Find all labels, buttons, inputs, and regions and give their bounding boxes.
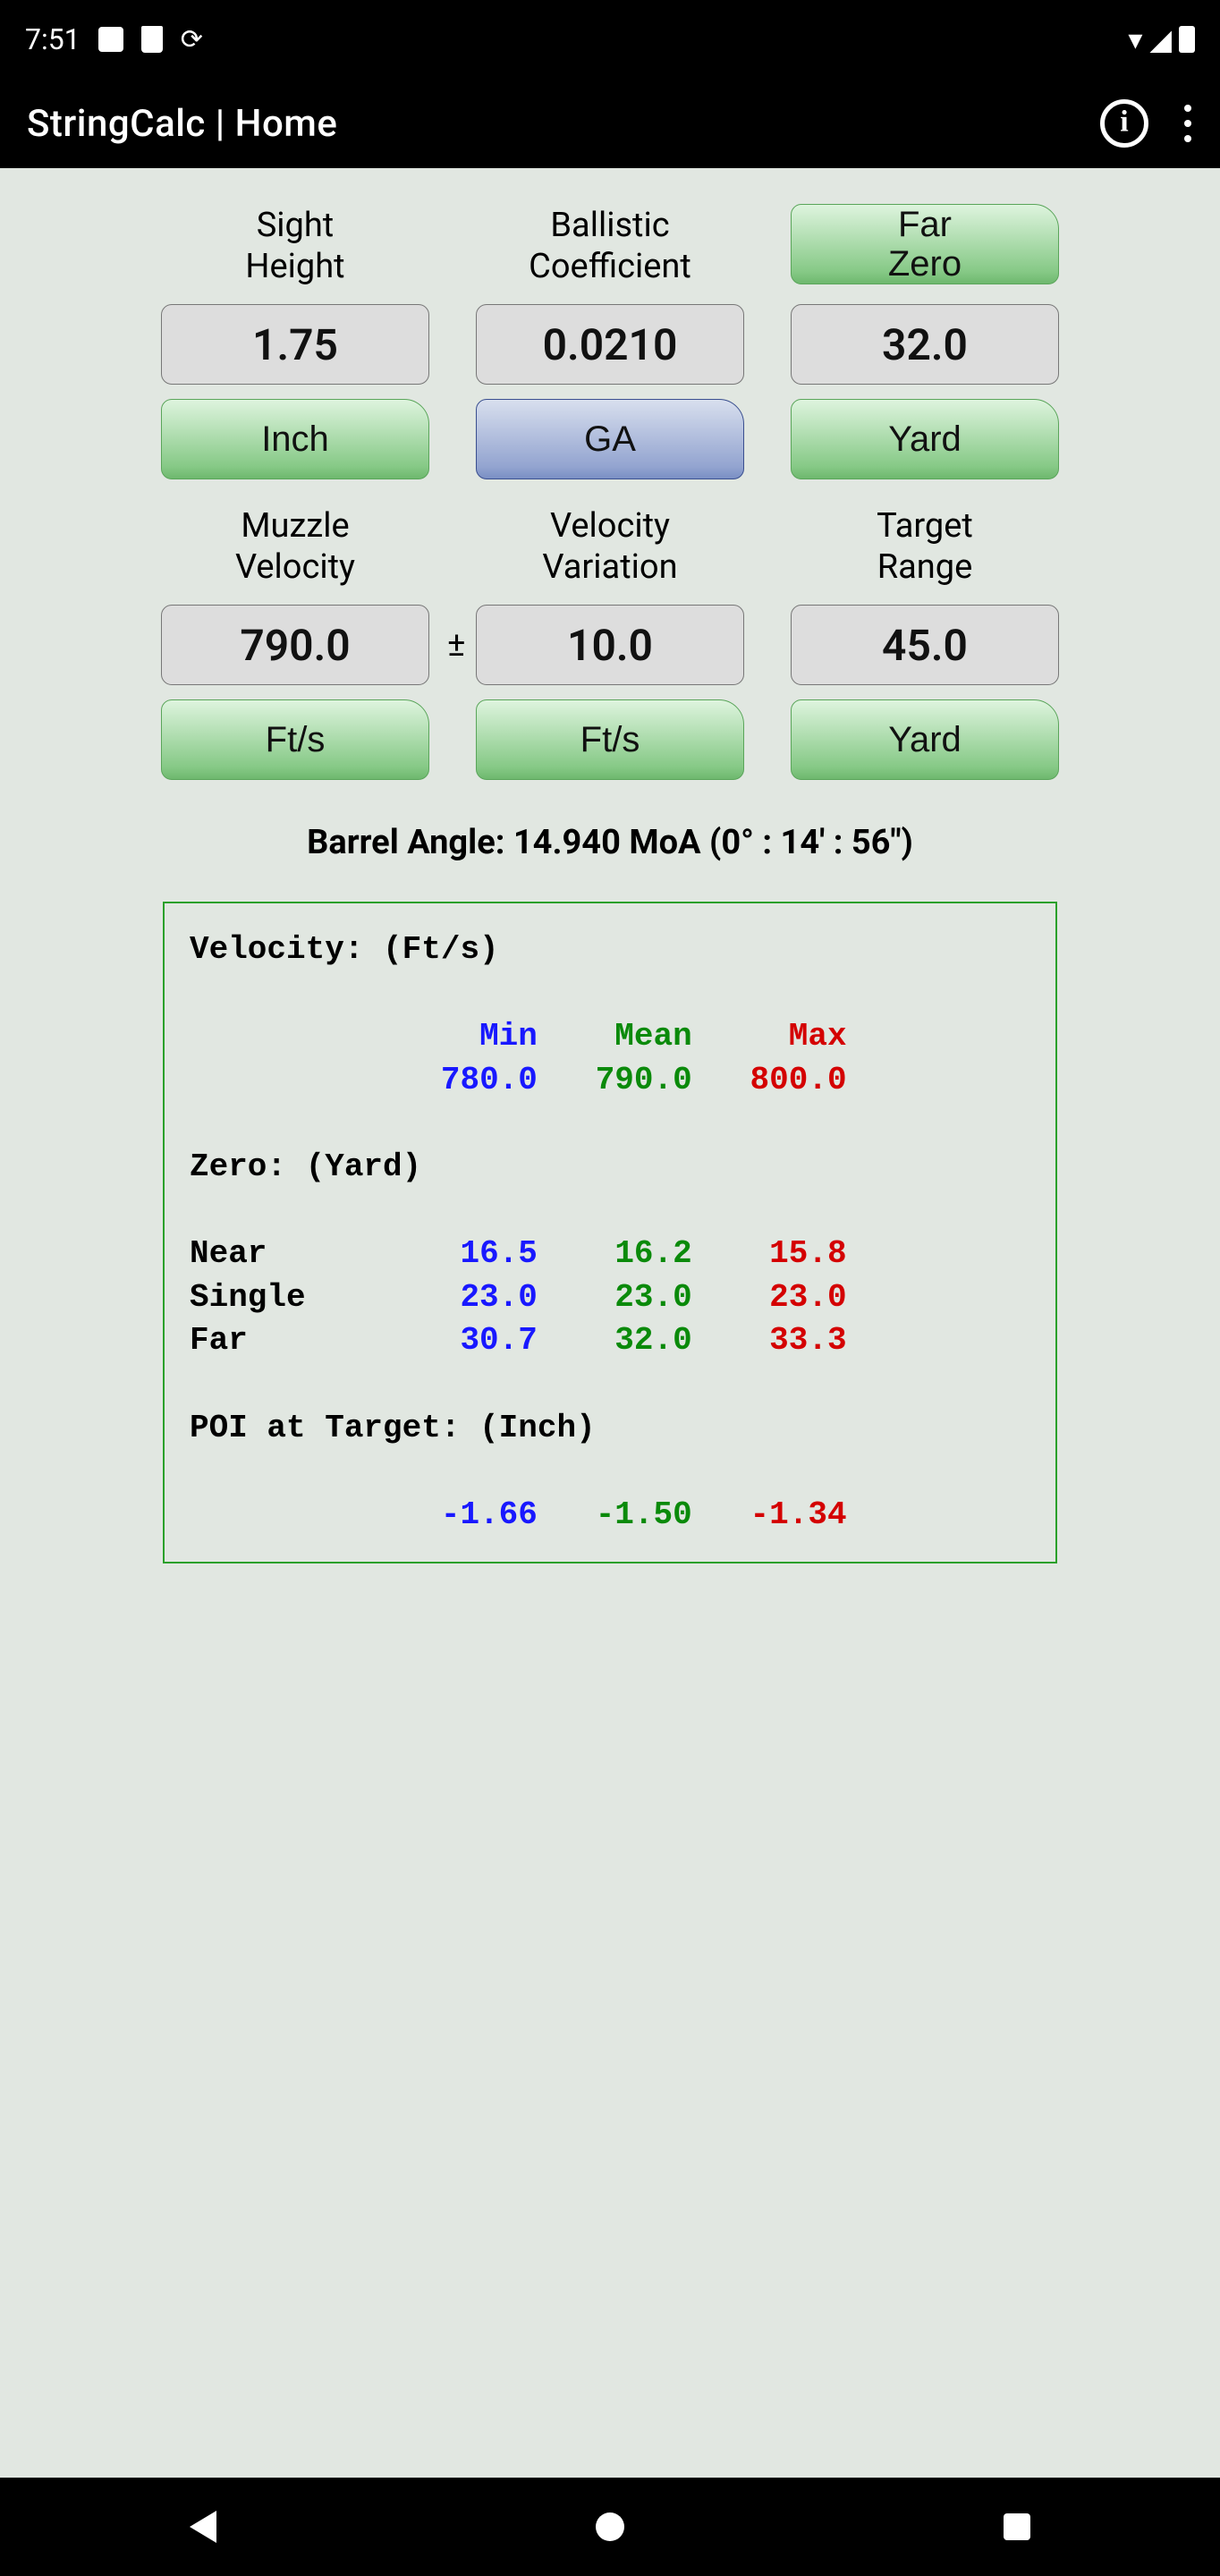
near-min: 16.5 [460, 1235, 537, 1272]
poi-min: -1.66 [441, 1496, 538, 1533]
poi-max: -1.34 [750, 1496, 847, 1533]
far-max: 33.3 [769, 1322, 846, 1359]
sd-card-icon [141, 26, 163, 53]
label-target-range: Target Range [877, 504, 973, 590]
wifi-icon: ▾ [1128, 22, 1142, 56]
target-range-input[interactable]: 45.0 [791, 605, 1059, 685]
far-min: 30.7 [460, 1322, 537, 1359]
results-zero-header: Zero: (Yard) [190, 1148, 421, 1185]
poi-mean: -1.50 [596, 1496, 692, 1533]
status-time: 7:51 [25, 22, 80, 56]
battery-icon [1179, 26, 1195, 53]
status-icon-a [98, 27, 123, 52]
status-bar: 7:51 ⟳ ▾ ◢ [0, 0, 1220, 79]
single-mean: 23.0 [614, 1279, 691, 1316]
info-icon[interactable] [1100, 99, 1148, 148]
velocity-variation-input[interactable]: 10.0 [476, 605, 744, 685]
content-area: Sight Height Ballistic Coefficient Far Z… [0, 168, 1220, 2478]
vel-min: 780.0 [441, 1062, 538, 1098]
col-max: Max [789, 1018, 847, 1055]
signal-icon: ◢ [1149, 22, 1172, 56]
target-range-unit-button[interactable]: Yard [791, 699, 1059, 780]
sight-height-unit-button[interactable]: Inch [161, 399, 429, 479]
app-title: StringCalc | Home [27, 102, 337, 146]
muzzle-velocity-input[interactable]: 790.0 [161, 605, 429, 685]
sync-icon: ⟳ [181, 24, 203, 55]
results-velocity-header: Velocity: (Ft/s) [190, 931, 499, 968]
single-max: 23.0 [769, 1279, 846, 1316]
barrel-angle-text: Barrel Angle: 14.940 MoA (0° : 14' : 56"… [307, 823, 913, 862]
near-max: 15.8 [769, 1235, 846, 1272]
far-label: Far [190, 1322, 248, 1359]
app-bar: StringCalc | Home [0, 79, 1220, 168]
label-ballistic-coef: Ballistic Coefficient [529, 204, 691, 290]
ballistic-coef-input[interactable]: 0.0210 [476, 304, 744, 385]
nav-bar [0, 2478, 1220, 2576]
muzzle-velocity-unit-button[interactable]: Ft/s [161, 699, 429, 780]
results-poi-header: POI at Target: (Inch) [190, 1410, 596, 1446]
single-min: 23.0 [460, 1279, 537, 1316]
col-min: Min [479, 1018, 538, 1055]
far-zero-unit-button[interactable]: Yard [791, 399, 1059, 479]
label-velocity-variation: Velocity Variation [542, 504, 677, 590]
ballistic-coef-unit-button[interactable]: GA [476, 399, 744, 479]
far-mean: 32.0 [614, 1322, 691, 1359]
far-zero-button[interactable]: Far Zero [791, 204, 1059, 284]
vel-max: 800.0 [750, 1062, 847, 1098]
home-icon[interactable] [596, 2512, 624, 2541]
single-label: Single [190, 1279, 306, 1316]
velocity-variation-unit-button[interactable]: Ft/s [476, 699, 744, 780]
label-sight-height: Sight Height [245, 204, 344, 290]
label-muzzle-velocity: Muzzle Velocity [235, 504, 355, 590]
menu-icon[interactable] [1184, 105, 1191, 142]
sight-height-input[interactable]: 1.75 [161, 304, 429, 385]
near-mean: 16.2 [614, 1235, 691, 1272]
back-icon[interactable] [190, 2511, 216, 2543]
plus-minus-icon: ± [447, 625, 465, 665]
far-zero-input[interactable]: 32.0 [791, 304, 1059, 385]
col-mean: Mean [614, 1018, 691, 1055]
near-label: Near [190, 1235, 267, 1272]
vel-mean: 790.0 [596, 1062, 692, 1098]
recent-apps-icon[interactable] [1004, 2513, 1030, 2540]
results-box: Velocity: (Ft/s) Min Mean Max 780.0 790.… [163, 902, 1057, 1563]
